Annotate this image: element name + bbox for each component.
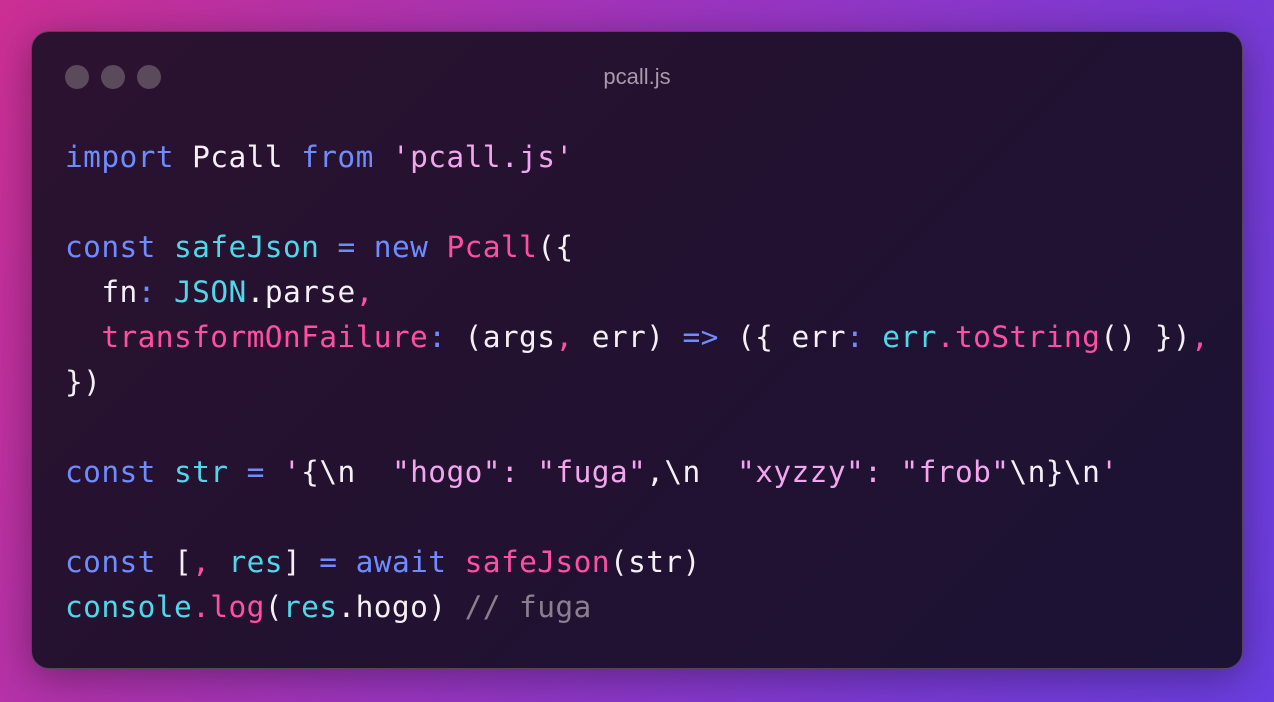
code-token: .log [192, 590, 265, 624]
code-token: const [65, 455, 156, 489]
code-token: safeJson [464, 545, 610, 579]
code-token: : [137, 275, 156, 309]
code-token: , [355, 275, 374, 309]
code-token: .parse [246, 275, 356, 309]
code-token: .toString [936, 320, 1101, 354]
code-token: Pcall [446, 230, 538, 264]
code-token: () }) [1100, 320, 1192, 354]
code-line: const safeJson = new Pcall({ [65, 225, 1209, 270]
code-token: = [319, 545, 338, 579]
code-line: console.log(res.hogo) // fuga [65, 585, 1209, 630]
code-token: "hogo": "fuga" [391, 455, 647, 489]
code-token: import [65, 140, 174, 174]
code-token: [ [155, 545, 193, 579]
code-token: : [428, 320, 447, 354]
code-token: from [301, 140, 374, 174]
code-token: // fuga [464, 590, 592, 624]
code-token: .hogo) [337, 590, 465, 624]
code-token: ({ err [718, 320, 846, 354]
code-token: await [355, 545, 447, 579]
code-token: : [845, 320, 865, 354]
window-title: pcall.js [603, 64, 671, 89]
code-token: = [337, 230, 356, 264]
code-token: => [682, 320, 719, 354]
code-token: const [65, 230, 156, 264]
code-token: new [373, 230, 429, 264]
code-line: const [, res] = await safeJson(str) [65, 540, 1209, 585]
code-token: console [65, 590, 193, 624]
code-token: , [1191, 320, 1210, 354]
code-token: ({ [537, 230, 574, 264]
code-line: const str = '{\n "hogo": "fuga",\n "xyzz… [65, 450, 1209, 495]
code-token: , [192, 545, 211, 579]
code-block: import Pcall from 'pcall.js' const safeJs… [65, 135, 1209, 630]
code-token: Pcall [173, 140, 302, 174]
code-token: 'pcall.js' [391, 140, 574, 174]
code-token: err [882, 320, 937, 354]
code-token: (str) [609, 545, 701, 579]
code-line: }) [65, 360, 1209, 405]
code-token: res [228, 545, 283, 579]
code-token: (args [446, 320, 556, 354]
code-token: = [246, 455, 265, 489]
code-line: import Pcall from 'pcall.js' [65, 135, 1209, 180]
code-token: res [282, 590, 338, 624]
code-token: , [555, 320, 574, 354]
code-token: {\n [301, 455, 392, 489]
code-token: ,\n [646, 455, 738, 489]
code-token: JSON [174, 275, 247, 309]
code-token: str [173, 455, 229, 489]
code-token: transformOnFailure [101, 320, 429, 354]
code-line: transformOnFailure: (args, err) => ({ er… [65, 315, 1209, 360]
code-token: ' [1100, 455, 1119, 489]
code-token: const [65, 545, 156, 579]
code-token: \n}\n [1009, 455, 1101, 489]
code-token: ] [282, 545, 320, 579]
code-token: safeJson [173, 230, 320, 264]
code-token: ' [282, 455, 302, 489]
code-token: }) [65, 365, 102, 399]
code-token: err) [573, 320, 683, 354]
code-token: ( [264, 590, 283, 624]
code-window: pcall.js import Pcall from 'pcall.js' con… [31, 31, 1243, 669]
code-token: fn [65, 275, 138, 309]
code-line: fn: JSON.parse, [65, 270, 1209, 315]
code-token: "xyzzy": "frob" [737, 455, 1010, 489]
